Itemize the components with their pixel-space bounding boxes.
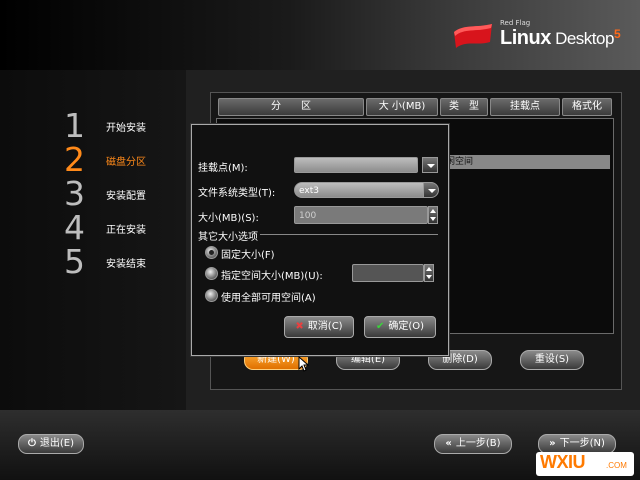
fixed-size-radio[interactable] bbox=[205, 246, 218, 259]
check-icon: ✔ bbox=[375, 321, 385, 332]
double-chevron-right-icon: » bbox=[549, 438, 556, 449]
arrow-down-icon bbox=[430, 217, 436, 221]
column-header-mount[interactable]: 挂载点 bbox=[490, 98, 560, 116]
mount-point-dropdown[interactable] bbox=[422, 157, 438, 173]
fixed-size-label[interactable]: 固定大小(F) bbox=[221, 246, 275, 261]
step-label: 安装结束 bbox=[106, 259, 146, 270]
column-header-size[interactable]: 大 小(MB) bbox=[366, 98, 438, 116]
red-flag-icon bbox=[454, 24, 492, 48]
brand-name-bold: Linux bbox=[500, 27, 551, 49]
step-label: 磁盘分区 bbox=[106, 157, 146, 168]
back-button-label: 上一步(B) bbox=[455, 438, 501, 449]
back-button[interactable]: «上一步(B) bbox=[434, 434, 512, 454]
arrow-up-icon bbox=[426, 267, 432, 271]
power-icon: ⏻ bbox=[27, 438, 36, 449]
mouse-pointer-icon bbox=[298, 356, 310, 372]
watermark-text: WXIU bbox=[540, 452, 586, 472]
double-chevron-left-icon: « bbox=[445, 438, 452, 449]
watermark-domain: .COM bbox=[606, 461, 627, 470]
filesystem-type-select[interactable]: ext3 bbox=[294, 182, 438, 198]
arrow-down-icon bbox=[426, 275, 432, 279]
max-size-spinner[interactable] bbox=[424, 264, 434, 282]
arrow-up-icon bbox=[430, 209, 436, 213]
brand-small-text: Red Flag bbox=[500, 19, 531, 27]
size-label: 大小(MB)(S): bbox=[198, 213, 259, 224]
size-spinner[interactable] bbox=[428, 206, 438, 224]
brand-name-light: Desktop bbox=[550, 29, 614, 48]
size-input[interactable]: 100 bbox=[294, 206, 428, 224]
filesystem-type-label: 文件系统类型(T): bbox=[198, 188, 276, 199]
cancel-button-label: 取消(C) bbox=[307, 321, 343, 332]
use-all-space-label[interactable]: 使用全部可用空间(A) bbox=[221, 289, 316, 304]
mount-point-input[interactable] bbox=[294, 157, 418, 173]
column-header-partition[interactable]: 分 区 bbox=[218, 98, 364, 116]
mount-point-label: 挂载点(M): bbox=[198, 163, 248, 174]
step-number: 5 bbox=[64, 242, 85, 281]
brand-name: Linux Desktop5 bbox=[500, 27, 621, 50]
site-watermark: WXIU .COM bbox=[536, 452, 634, 476]
next-button-label: 下一步(N) bbox=[559, 438, 605, 449]
exit-button-label: 退出(E) bbox=[39, 438, 75, 449]
column-header-format[interactable]: 格式化 bbox=[562, 98, 612, 116]
close-icon: ✖ bbox=[295, 321, 304, 332]
partition-row-selected[interactable]: 闲空间 bbox=[440, 155, 610, 169]
exit-button[interactable]: ⏻ 退出(E) bbox=[18, 434, 84, 454]
chevron-down-icon bbox=[427, 164, 435, 168]
next-button[interactable]: » 下一步(N) bbox=[538, 434, 616, 454]
product-logo: Red Flag Linux Desktop5 bbox=[452, 14, 632, 64]
max-size-label[interactable]: 指定空间大小(MB)(U): bbox=[221, 267, 323, 282]
cancel-button[interactable]: ✖ 取消(C) bbox=[284, 316, 354, 338]
column-header-type[interactable]: 类 型 bbox=[440, 98, 488, 116]
ok-button[interactable]: ✔ 确定(O) bbox=[364, 316, 436, 338]
filesystem-type-dropdown[interactable] bbox=[423, 182, 439, 198]
ok-button-label: 确定(O) bbox=[388, 321, 425, 332]
max-size-input[interactable] bbox=[352, 264, 424, 282]
brand-version: 5 bbox=[613, 27, 621, 41]
size-options-title: 其它大小选项 bbox=[198, 228, 260, 243]
use-all-space-radio[interactable] bbox=[205, 289, 218, 302]
step-5: 5 安装结束 bbox=[64, 242, 184, 281]
max-size-radio[interactable] bbox=[205, 267, 218, 280]
step-label: 安装配置 bbox=[106, 191, 146, 202]
step-label: 开始安装 bbox=[106, 123, 146, 134]
step-label: 正在安装 bbox=[106, 225, 146, 236]
chevron-down-icon bbox=[428, 189, 436, 193]
reset-partition-button[interactable]: 重设(S) bbox=[520, 350, 584, 370]
